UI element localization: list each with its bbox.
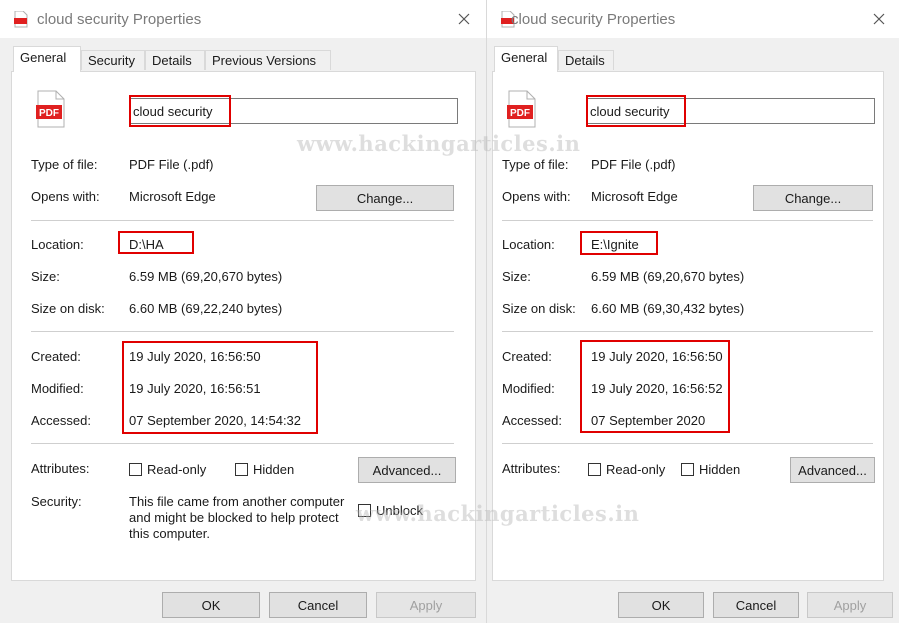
accessed-label: Accessed: [31, 413, 91, 428]
title-bar: cloud security Properties [487, 0, 899, 38]
hidden-checkbox-label: Hidden [699, 462, 741, 478]
opens-with-label: Opens with: [31, 189, 100, 204]
general-tab-panel: PDF Type of file: PDF File (.pdf) Opens … [11, 71, 476, 581]
opens-with-value: Microsoft Edge [129, 189, 216, 204]
security-label: Security: [31, 494, 82, 509]
general-tab-panel: PDF Type of file: PDF File (.pdf) Opens … [492, 71, 884, 581]
size-label: Size: [31, 269, 60, 284]
location-value: E:\Ignite [591, 237, 639, 252]
readonly-checkbox[interactable]: Read-only [588, 461, 665, 479]
size-label: Size: [502, 269, 531, 284]
change-button[interactable]: Change... [316, 185, 454, 211]
file-name-input[interactable] [586, 98, 875, 124]
size-on-disk-label: Size on disk: [31, 301, 105, 316]
separator [31, 220, 454, 221]
tab-general[interactable]: General [13, 46, 81, 72]
readonly-checkbox-label: Read-only [147, 462, 207, 478]
location-label: Location: [31, 237, 84, 252]
separator [31, 443, 454, 444]
change-button[interactable]: Change... [753, 185, 873, 211]
pdf-file-icon: PDF [507, 90, 536, 128]
ok-button[interactable]: OK [618, 592, 704, 618]
type-of-file-label: Type of file: [502, 157, 569, 172]
modified-label: Modified: [502, 381, 555, 396]
created-label: Created: [502, 349, 552, 364]
security-warning-line: This file came from another computer [129, 494, 345, 509]
unblock-checkbox-label: Unblock [376, 503, 423, 519]
close-icon[interactable] [454, 9, 474, 29]
cancel-button[interactable]: Cancel [269, 592, 367, 618]
window-title: cloud security Properties [37, 11, 202, 28]
separator [31, 331, 454, 332]
advanced-button[interactable]: Advanced... [790, 457, 875, 483]
apply-button[interactable]: Apply [807, 592, 893, 618]
tab-details[interactable]: Details [558, 50, 614, 70]
hidden-checkbox-box[interactable] [235, 463, 248, 477]
properties-dialog-right: cloud security Properties General Detail… [487, 0, 899, 623]
hidden-checkbox[interactable]: Hidden [235, 461, 294, 479]
tab-general[interactable]: General [494, 46, 558, 72]
type-of-file-label: Type of file: [31, 157, 98, 172]
tab-security[interactable]: Security [81, 50, 145, 70]
opens-with-value: Microsoft Edge [591, 189, 678, 204]
readonly-checkbox-box[interactable] [129, 463, 142, 477]
tab-previous-versions[interactable]: Previous Versions [205, 50, 331, 70]
unblock-checkbox[interactable]: Unblock [358, 502, 423, 520]
title-bar: cloud security Properties [0, 0, 486, 38]
opens-with-label: Opens with: [502, 189, 571, 204]
size-value: 6.59 MB (69,20,670 bytes) [591, 269, 745, 284]
tab-strip: General Details [494, 40, 888, 72]
cancel-button[interactable]: Cancel [713, 592, 799, 618]
type-of-file-value: PDF File (.pdf) [591, 157, 676, 172]
readonly-checkbox-box[interactable] [588, 463, 601, 477]
security-warning-line: and might be blocked to help protect [129, 510, 339, 525]
attributes-label: Attributes: [31, 461, 90, 476]
modified-value: 19 July 2020, 16:56:51 [129, 381, 261, 396]
size-on-disk-value: 6.60 MB (69,22,240 bytes) [129, 301, 283, 316]
separator [502, 331, 873, 332]
hidden-checkbox-box[interactable] [681, 463, 694, 477]
size-value: 6.59 MB (69,20,670 bytes) [129, 269, 283, 284]
unblock-checkbox-box[interactable] [358, 504, 371, 518]
created-value: 19 July 2020, 16:56:50 [129, 349, 261, 364]
properties-dialog-left: cloud security Properties General Securi… [0, 0, 487, 623]
tab-details[interactable]: Details [145, 50, 205, 70]
pdf-file-icon: PDF [36, 90, 65, 128]
close-icon[interactable] [869, 9, 889, 29]
separator [502, 443, 873, 444]
accessed-value: 07 September 2020, 14:54:32 [129, 413, 302, 428]
tab-strip: General Security Details Previous Versio… [11, 40, 475, 72]
readonly-checkbox-label: Read-only [606, 462, 666, 478]
hidden-checkbox[interactable]: Hidden [681, 461, 740, 479]
security-warning-line: this computer. [129, 526, 210, 541]
attributes-label: Attributes: [502, 461, 561, 476]
created-value: 19 July 2020, 16:56:50 [591, 349, 723, 364]
modified-label: Modified: [31, 381, 84, 396]
location-value: D:\HA [129, 237, 164, 252]
security-warning-text: This file came from another computer and… [129, 494, 354, 542]
hidden-checkbox-label: Hidden [253, 462, 295, 478]
pdf-badge: PDF [510, 108, 530, 119]
separator [502, 220, 873, 221]
window-title: cloud security Properties [511, 11, 676, 28]
pdf-file-icon [14, 11, 28, 28]
location-label: Location: [502, 237, 555, 252]
accessed-label: Accessed: [502, 413, 562, 428]
type-of-file-value: PDF File (.pdf) [129, 157, 214, 172]
apply-button[interactable]: Apply [376, 592, 476, 618]
created-label: Created: [31, 349, 81, 364]
size-on-disk-value: 6.60 MB (69,30,432 bytes) [591, 301, 745, 316]
modified-value: 19 July 2020, 16:56:52 [591, 381, 723, 396]
accessed-value: 07 September 2020 [591, 413, 706, 428]
file-name-input[interactable] [129, 98, 458, 124]
pdf-badge: PDF [39, 108, 59, 119]
readonly-checkbox[interactable]: Read-only [129, 461, 206, 479]
ok-button[interactable]: OK [162, 592, 260, 618]
advanced-button[interactable]: Advanced... [358, 457, 456, 483]
size-on-disk-label: Size on disk: [502, 301, 576, 316]
